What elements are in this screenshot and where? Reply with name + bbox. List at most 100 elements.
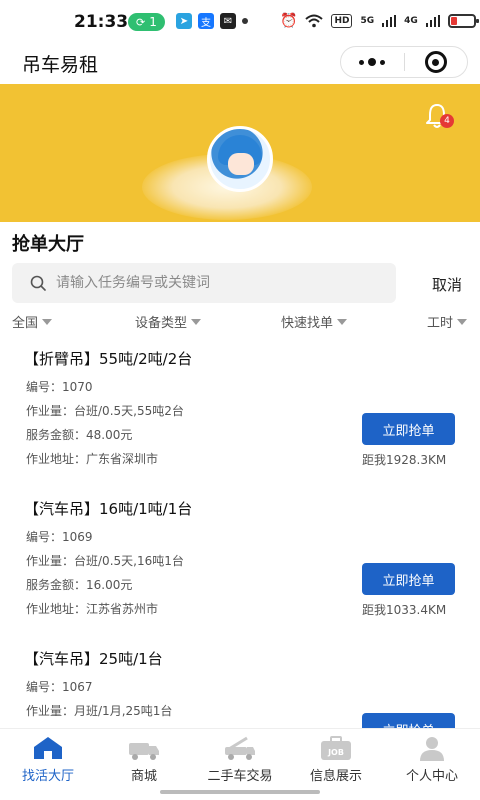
job-workload: 台班/0.5天,16吨1台: [74, 554, 184, 568]
job-workload-row: 作业量：月班/1月,25吨1台: [26, 702, 172, 719]
close-miniprogram-button[interactable]: [405, 47, 468, 77]
search-input[interactable]: [56, 263, 386, 303]
hd-icon: HD: [331, 14, 353, 28]
avatar[interactable]: [207, 126, 273, 192]
status-bar: 21:33 ⟳ 1 ➤ 支 ✉ ⏰ HD 5G 4G: [0, 0, 480, 44]
job-workload-row: 作业量：台班/0.5天,16吨1台: [26, 552, 184, 569]
svg-text:JOB: JOB: [327, 748, 344, 757]
more-dots-icon: [359, 58, 386, 66]
search-icon: [30, 275, 46, 291]
filter-quick-find[interactable]: 快速找单: [281, 312, 348, 331]
nav-bar: 吊车易租: [0, 44, 480, 84]
job-address: 江苏省苏州市: [86, 602, 159, 616]
signal-bars-icon: [382, 15, 397, 27]
job-id-label: 编号：: [26, 680, 63, 694]
filter-work-hours[interactable]: 工时: [427, 312, 468, 331]
job-card[interactable]: 【汽车吊】25吨/1台 编号：1067 作业量：月班/1月,25吨1台 立即抢单: [0, 634, 480, 728]
signal-bars-icon: [425, 15, 440, 27]
job-id-row: 编号：1067: [26, 678, 93, 695]
job-amount: 16.00元: [86, 578, 133, 592]
job-address-row: 作业地址：江苏省苏州市: [26, 600, 158, 617]
caret-down-icon: [337, 318, 348, 325]
home-indicator[interactable]: [160, 790, 320, 794]
grab-order-button[interactable]: 立即抢单: [362, 413, 455, 445]
tab-label: 商城: [130, 769, 157, 784]
tab-label: 个人中心: [405, 769, 458, 784]
profile-banner: 4: [0, 84, 480, 222]
cancel-button[interactable]: 取消: [432, 274, 462, 295]
filter-equipment-type[interactable]: 设备类型: [135, 312, 202, 331]
user-icon: [420, 737, 444, 761]
wechat-pay-icon: ⟳ 1: [128, 13, 165, 31]
tab-label: 二手车交易: [207, 769, 273, 784]
filter-region[interactable]: 全国: [12, 312, 53, 331]
search-box: [12, 263, 396, 303]
filter-equipment-type-label: 设备类型: [135, 316, 188, 331]
job-distance: 距我1033.4KM: [362, 603, 447, 617]
job-id: 1069: [62, 530, 93, 544]
home-icon: [34, 737, 62, 759]
tab-used-vehicles[interactable]: 二手车交易: [192, 729, 288, 786]
tab-info-display[interactable]: JOB 信息展示: [288, 729, 384, 786]
grab-order-button[interactable]: 立即抢单: [362, 713, 455, 728]
job-workload-label: 作业量：: [26, 404, 75, 418]
job-id-row: 编号：1069: [26, 528, 93, 545]
caret-down-icon: [457, 318, 468, 325]
tab-mall[interactable]: 商城: [96, 729, 192, 786]
caret-down-icon: [42, 318, 53, 325]
job-workload: 台班/0.5天,55吨2台: [74, 404, 184, 418]
status-time: 21:33: [74, 12, 129, 32]
job-workload-row: 作业量：台班/0.5天,55吨2台: [26, 402, 184, 419]
job-amount: 48.00元: [86, 428, 133, 442]
caret-down-icon: [191, 318, 202, 325]
filter-work-hours-label: 工时: [427, 316, 454, 331]
job-title: 【汽车吊】25吨/1台: [24, 650, 163, 668]
job-card[interactable]: 【汽车吊】16吨/1吨/1台 编号：1069 作业量：台班/0.5天,16吨1台…: [0, 484, 480, 634]
tab-label: 找活大厅: [21, 769, 74, 784]
target-circle-icon: [424, 51, 447, 73]
filter-region-label: 全国: [12, 316, 39, 331]
telegram-icon: ➤: [176, 13, 192, 29]
job-workload-label: 作业量：: [26, 704, 75, 718]
job-address: 广东省深圳市: [86, 452, 159, 466]
mail-icon: ✉: [220, 13, 236, 29]
tab-label: 信息展示: [309, 769, 362, 784]
dot-icon: [242, 18, 248, 24]
job-distance: 距我1928.3KM: [362, 453, 447, 467]
job-amount-row: 服务金额：48.00元: [26, 426, 132, 443]
notification-badge: 4: [440, 114, 454, 128]
job-id-row: 编号：1070: [26, 378, 93, 395]
job-address-label: 作业地址：: [26, 452, 87, 466]
grab-order-button[interactable]: 立即抢单: [362, 563, 455, 595]
mini-program-capsule: [340, 46, 468, 78]
job-workload: 月班/1月,25吨1台: [74, 704, 173, 718]
job-address-row: 作业地址：广东省深圳市: [26, 450, 158, 467]
5g-signal-icon: 5G: [360, 16, 375, 26]
job-id-label: 编号：: [26, 530, 63, 544]
alarm-icon: ⏰: [280, 13, 298, 29]
job-id: 1070: [62, 380, 93, 394]
tab-personal-center[interactable]: 个人中心: [384, 729, 480, 786]
filter-quick-find-label: 快速找单: [281, 316, 334, 331]
tab-find-work[interactable]: 找活大厅: [0, 729, 96, 786]
job-title: 【折臂吊】55吨/2吨/2台: [24, 350, 193, 368]
4g-signal-icon: 4G: [404, 16, 418, 26]
job-amount-row: 服务金额：16.00元: [26, 576, 132, 593]
page-title: 抢单大厅: [12, 234, 84, 255]
truck-icon: [129, 743, 159, 760]
crane-truck-icon: [225, 736, 255, 760]
job-briefcase-icon: JOB: [321, 736, 351, 760]
job-card[interactable]: 【折臂吊】55吨/2吨/2台 编号：1070 作业量：台班/0.5天,55吨2台…: [0, 334, 480, 484]
job-id-label: 编号：: [26, 380, 63, 394]
job-amount-label: 服务金额：: [26, 428, 87, 442]
more-button[interactable]: [341, 47, 404, 77]
job-title: 【汽车吊】16吨/1吨/1台: [24, 500, 193, 518]
job-id: 1067: [62, 680, 93, 694]
job-list: 【折臂吊】55吨/2吨/2台 编号：1070 作业量：台班/0.5天,55吨2台…: [0, 334, 480, 728]
job-amount-label: 服务金额：: [26, 578, 87, 592]
status-pill-count: 1: [149, 15, 157, 29]
wifi-icon: [305, 14, 324, 28]
app-title: 吊车易租: [22, 54, 99, 76]
alipay-icon: 支: [198, 13, 214, 29]
bottom-tab-bar: 找活大厅 商城 二手车交易 JOB 信息展示 个人中心: [0, 728, 480, 786]
